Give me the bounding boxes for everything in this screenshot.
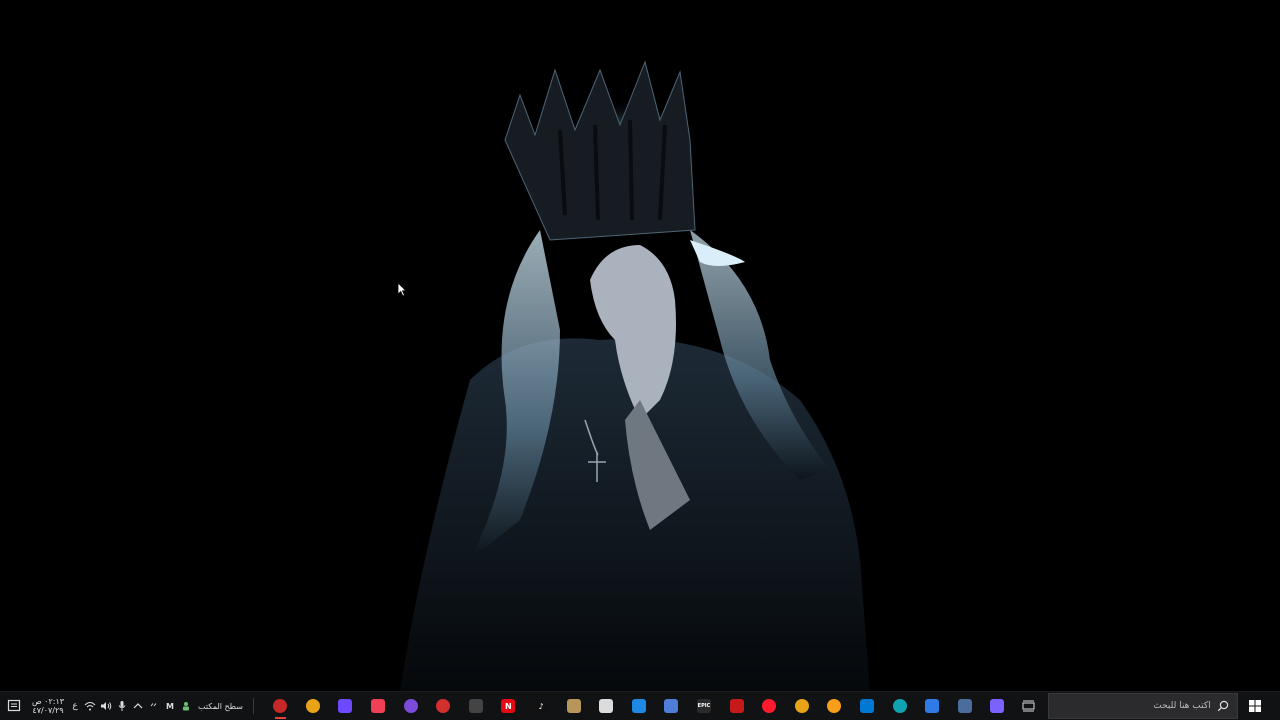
media-player-icon — [468, 699, 483, 713]
microphone-button[interactable] — [114, 692, 130, 720]
desktop-wallpaper — [0, 0, 1280, 692]
tray-app-green-button[interactable] — [178, 692, 194, 720]
copilot-taskbar-button[interactable] — [981, 692, 1014, 720]
mail-icon — [925, 699, 940, 713]
pocket-icon — [371, 699, 386, 713]
opera-taskbar-button[interactable] — [753, 692, 786, 720]
mail-taskbar-button[interactable] — [916, 692, 949, 720]
microphone-icon — [118, 701, 126, 711]
pocket-taskbar-button[interactable] — [362, 692, 395, 720]
clock-time: ٠٢:١٣ ص — [31, 697, 65, 706]
volume-button[interactable] — [98, 692, 114, 720]
proton-vpn-taskbar-button[interactable] — [329, 692, 362, 720]
windows-logo-icon — [1248, 700, 1261, 712]
green-app-icon — [183, 702, 189, 711]
adobe-acrobat-taskbar-button[interactable] — [720, 692, 753, 720]
proton-vpn-icon — [338, 699, 353, 713]
chrome-icon — [305, 699, 320, 713]
chrome-taskbar-button[interactable] — [297, 692, 330, 720]
app-blue-globe-icon — [631, 699, 646, 713]
netflix-taskbar-button[interactable]: N — [492, 692, 525, 720]
double-chevron-icon — [150, 703, 157, 707]
overwatch-icon — [827, 699, 842, 713]
app-red-circle-icon — [436, 699, 451, 713]
search-placeholder: اكتب هنا للبحث — [1153, 701, 1211, 711]
pixel-game-icon — [566, 699, 581, 713]
edge-icon — [892, 699, 907, 713]
clock-date: ٤٧/٠٧/٢٩ — [32, 706, 64, 715]
tiktok-taskbar-button[interactable]: ♪ — [525, 692, 558, 720]
task-view-icon — [1022, 700, 1035, 712]
tray-overflow-button[interactable] — [146, 692, 162, 720]
wifi-icon — [84, 702, 96, 711]
arrow-cursor-icon — [397, 282, 407, 301]
task-view-button[interactable] — [1014, 692, 1044, 720]
notification-icon — [7, 699, 21, 712]
tray-app-m-button[interactable]: M — [162, 692, 178, 720]
app-red-circle-taskbar-button[interactable] — [427, 692, 460, 720]
dark-crowned-figure-wallpaper-icon — [400, 60, 870, 692]
shield-taskbar-button[interactable] — [655, 692, 688, 720]
chevron-up-icon — [133, 703, 143, 709]
chrome-taskbar-button[interactable] — [785, 692, 818, 720]
edge-taskbar-button[interactable] — [883, 692, 916, 720]
overwatch-taskbar-button[interactable] — [818, 692, 851, 720]
media-player-taskbar-button[interactable] — [460, 692, 493, 720]
microsoft-store-taskbar-button[interactable] — [851, 692, 884, 720]
search-box[interactable]: اكتب هنا للبحث — [1047, 693, 1238, 719]
copilot-icon — [990, 699, 1005, 713]
file-explorer-taskbar-button[interactable] — [948, 692, 981, 720]
clock-button[interactable]: ٠٢:١٣ ص ٤٧/٠٧/٢٩ — [28, 697, 68, 715]
epic-games-taskbar-button[interactable]: EPIC — [688, 692, 721, 720]
app-purple-taskbar-button[interactable] — [394, 692, 427, 720]
chrome-icon-2 — [794, 699, 809, 713]
taskbar: ٠٢:١٣ ص ٤٧/٠٧/٢٩ ع M سطح المكتب N ♪ EPIC… — [0, 691, 1280, 720]
speaker-icon — [101, 702, 112, 710]
file-explorer-icon — [957, 699, 972, 713]
adobe-acrobat-icon — [729, 699, 744, 713]
chrome-red-taskbar-button[interactable] — [264, 692, 297, 720]
roblox-icon — [599, 699, 614, 713]
desktop-toolbar-label[interactable]: سطح المكتب — [198, 702, 243, 711]
microsoft-store-icon — [859, 699, 874, 713]
pixel-game-taskbar-button[interactable] — [557, 692, 590, 720]
app-blue-globe-taskbar-button[interactable] — [622, 692, 655, 720]
start-button[interactable] — [1238, 692, 1272, 720]
m-app-icon: M — [166, 701, 174, 711]
opera-icon — [762, 699, 777, 713]
shield-icon — [664, 699, 679, 713]
pinned-apps: N ♪ EPIC — [264, 692, 1014, 720]
tiktok-icon: ♪ — [534, 699, 548, 713]
chrome-red-icon — [273, 699, 288, 713]
search-icon — [1217, 700, 1228, 712]
input-language-button[interactable]: ع — [68, 701, 82, 711]
epic-games-icon: EPIC — [696, 699, 711, 713]
show-hidden-icons-button[interactable] — [130, 692, 146, 720]
wifi-button[interactable] — [82, 692, 98, 720]
system-tray: ٠٢:١٣ ص ٤٧/٠٧/٢٩ ع M سطح المكتب — [0, 692, 264, 720]
notification-center-button[interactable] — [0, 692, 28, 720]
app-purple-icon — [403, 699, 418, 713]
taskbar-separator — [252, 698, 254, 714]
roblox-taskbar-button[interactable] — [590, 692, 623, 720]
netflix-icon: N — [501, 699, 516, 713]
